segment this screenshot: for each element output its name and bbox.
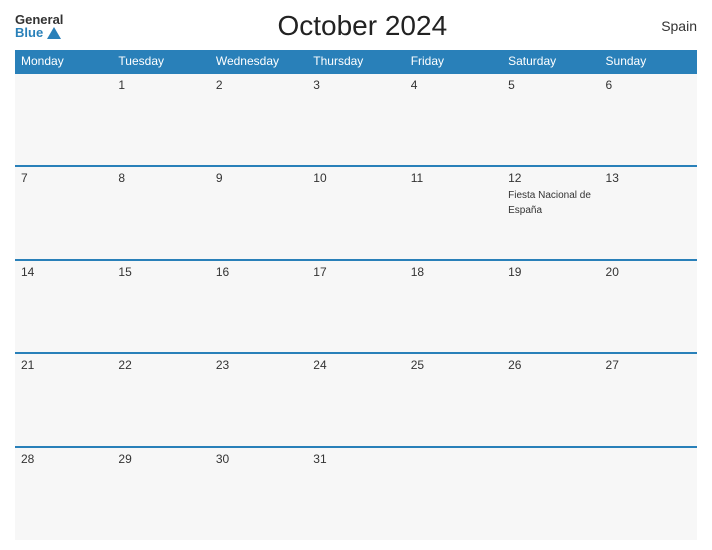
calendar-title: October 2024: [63, 10, 661, 42]
table-row: 2: [210, 73, 307, 166]
day-number: 18: [411, 265, 496, 279]
table-row: 23: [210, 353, 307, 446]
table-row: 18: [405, 260, 502, 353]
table-row: 16: [210, 260, 307, 353]
table-row: 3: [307, 73, 404, 166]
table-row: [502, 447, 599, 540]
calendar-week-row: 14 15 16 17 18 19 20: [15, 260, 697, 353]
day-number: 5: [508, 78, 593, 92]
logo-triangle-icon: [47, 27, 61, 39]
day-number: 3: [313, 78, 398, 92]
day-number: 31: [313, 452, 398, 466]
header-monday: Monday: [15, 50, 112, 73]
table-row: 8: [112, 166, 209, 259]
day-number: 2: [216, 78, 301, 92]
weekday-header-row: Monday Tuesday Wednesday Thursday Friday…: [15, 50, 697, 73]
calendar-page: General Blue October 2024 Spain Monday T…: [0, 0, 712, 550]
table-row: 6: [600, 73, 697, 166]
table-row: 28: [15, 447, 112, 540]
table-row: 26: [502, 353, 599, 446]
day-number: 23: [216, 358, 301, 372]
table-row: 17: [307, 260, 404, 353]
day-number: 26: [508, 358, 593, 372]
calendar-header: General Blue October 2024 Spain: [15, 10, 697, 42]
calendar-week-row: 123456: [15, 73, 697, 166]
table-row: 20: [600, 260, 697, 353]
day-number: 20: [606, 265, 691, 279]
day-number: 13: [606, 171, 691, 185]
table-row: 19: [502, 260, 599, 353]
event-label: Fiesta Nacional de España: [508, 190, 591, 216]
table-row: 29: [112, 447, 209, 540]
day-number: 10: [313, 171, 398, 185]
header-wednesday: Wednesday: [210, 50, 307, 73]
logo: General Blue: [15, 13, 63, 39]
table-row: 21: [15, 353, 112, 446]
day-number: 22: [118, 358, 203, 372]
calendar-week-row: 21 22 23 24 25 26 27: [15, 353, 697, 446]
table-row: 10: [307, 166, 404, 259]
table-row: [600, 447, 697, 540]
table-row: 11: [405, 166, 502, 259]
header-friday: Friday: [405, 50, 502, 73]
table-row: 14: [15, 260, 112, 353]
day-number: 24: [313, 358, 398, 372]
day-number: 17: [313, 265, 398, 279]
header-saturday: Saturday: [502, 50, 599, 73]
table-row: 27: [600, 353, 697, 446]
day-number: 29: [118, 452, 203, 466]
day-number: 28: [21, 452, 106, 466]
table-row: 7: [15, 166, 112, 259]
table-row: [405, 447, 502, 540]
day-number: 6: [606, 78, 691, 92]
table-row: 5: [502, 73, 599, 166]
day-number: 25: [411, 358, 496, 372]
day-number: 8: [118, 171, 203, 185]
logo-blue-text: Blue: [15, 26, 63, 39]
day-number: 27: [606, 358, 691, 372]
day-number: 11: [411, 171, 496, 185]
day-number: 19: [508, 265, 593, 279]
header-sunday: Sunday: [600, 50, 697, 73]
calendar-table: Monday Tuesday Wednesday Thursday Friday…: [15, 50, 697, 540]
table-row: 9: [210, 166, 307, 259]
day-number: 9: [216, 171, 301, 185]
day-number: 16: [216, 265, 301, 279]
day-number: 1: [118, 78, 203, 92]
table-row: 25: [405, 353, 502, 446]
day-number: 12: [508, 171, 593, 185]
table-row: 30: [210, 447, 307, 540]
table-row: 22: [112, 353, 209, 446]
header-tuesday: Tuesday: [112, 50, 209, 73]
day-number: 14: [21, 265, 106, 279]
country-label: Spain: [661, 18, 697, 34]
table-row: 31: [307, 447, 404, 540]
table-row: 24: [307, 353, 404, 446]
table-row: 4: [405, 73, 502, 166]
calendar-week-row: 28 29 30 31: [15, 447, 697, 540]
day-number: 4: [411, 78, 496, 92]
table-row: 15: [112, 260, 209, 353]
table-row: [15, 73, 112, 166]
day-number: 7: [21, 171, 106, 185]
table-row: 12 Fiesta Nacional de España: [502, 166, 599, 259]
table-row: 1: [112, 73, 209, 166]
header-thursday: Thursday: [307, 50, 404, 73]
day-number: 15: [118, 265, 203, 279]
day-number: 30: [216, 452, 301, 466]
table-row: 13: [600, 166, 697, 259]
day-number: 21: [21, 358, 106, 372]
calendar-week-row: 789 10 11 12 Fiesta Nacional de España 13: [15, 166, 697, 259]
